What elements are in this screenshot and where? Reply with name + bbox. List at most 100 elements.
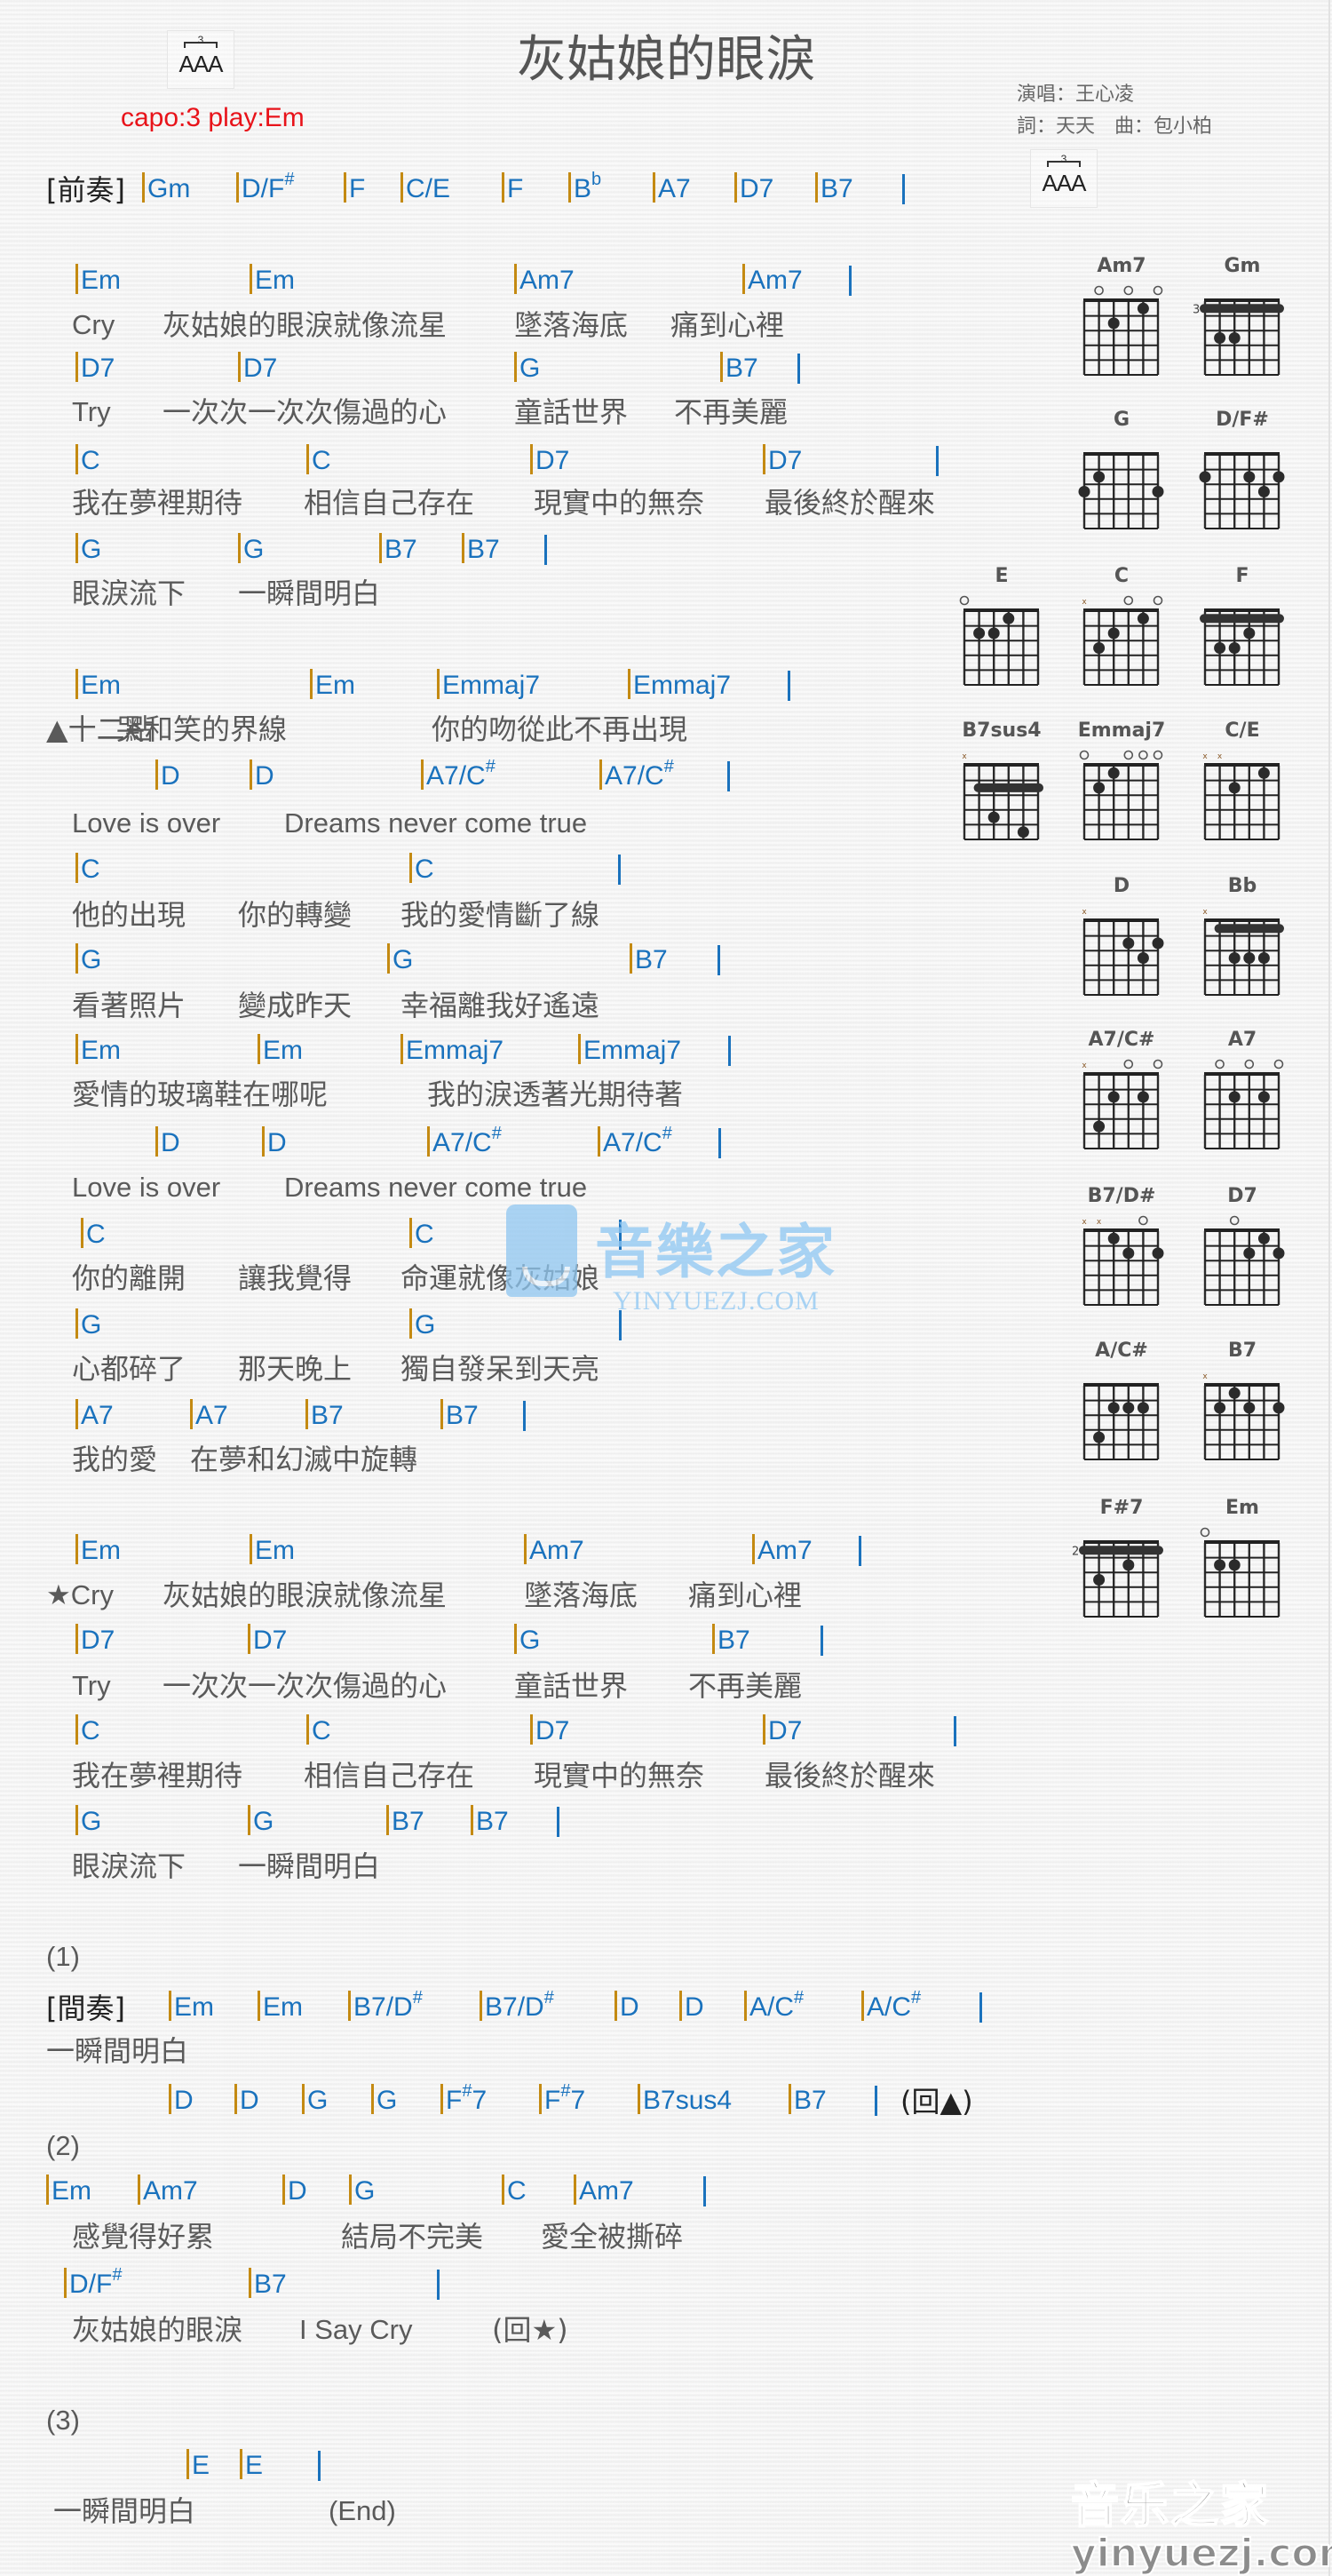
- finger-dot: [1214, 642, 1226, 654]
- chord-symbol: G: [387, 943, 413, 976]
- lyric-phrase: Cry: [72, 309, 115, 340]
- lyric-phrase: I Say Cry: [299, 2314, 413, 2345]
- finger-dot: [1107, 627, 1120, 640]
- chord-name: B7: [311, 1401, 344, 1430]
- bar-line: [262, 1126, 265, 1157]
- open-string-icon: [1123, 595, 1134, 606]
- lyric-phrase: 童話世界: [514, 1669, 629, 1703]
- barre: [1200, 614, 1284, 624]
- bar-line: [628, 669, 630, 699]
- chord-symbol: Em: [75, 1534, 121, 1567]
- chord-name: Am7: [748, 266, 803, 295]
- chord-symbol: C: [75, 1714, 100, 1747]
- chord-symbol: Am7: [514, 264, 575, 297]
- chord-name: G: [81, 945, 102, 974]
- chord-symbol: D7: [763, 1714, 802, 1747]
- chord-symbol: F: [344, 172, 365, 205]
- section-label: [前奏]: [46, 173, 125, 207]
- lyric-phrase: 那天晚上: [238, 1352, 353, 1386]
- chord-symbol: G: [75, 533, 101, 566]
- bar-line: [250, 264, 252, 294]
- lyric-phrase: 不再美麗: [674, 395, 789, 429]
- finger-dot: [1152, 486, 1164, 497]
- bar-line: [752, 1534, 755, 1564]
- chord-symbol: Am7: [138, 2174, 198, 2207]
- bar-line: [349, 2174, 352, 2205]
- chord-diagram-name: B7/D#: [1087, 1185, 1156, 1207]
- chord-symbol: G: [75, 1805, 101, 1838]
- finger-dot: [1273, 1247, 1285, 1260]
- bar-line: [258, 1991, 260, 2021]
- bar-line: [379, 533, 382, 563]
- bar-line: [734, 172, 737, 203]
- end-bar-line: [875, 2086, 877, 2116]
- chord-name: A7: [195, 1401, 228, 1430]
- chord-symbol: D: [250, 759, 274, 792]
- bar-line: [574, 2174, 576, 2205]
- chord-name: C: [415, 1220, 434, 1249]
- chord-symbol: Gm: [142, 172, 190, 205]
- chord-diagram-name: F: [1235, 565, 1249, 587]
- lyric-phrase: 讓我覺得: [238, 1261, 353, 1295]
- end-bar-line: [437, 2270, 440, 2300]
- singer-credit: 演唱：王心凌: [1017, 83, 1135, 106]
- finger-dot: [1228, 952, 1241, 964]
- chord-name: B7/D: [353, 1992, 413, 2022]
- open-string-icon: [1153, 595, 1163, 606]
- lyric-phrase: 灰姑娘的眼淚: [72, 2313, 243, 2347]
- chord-name: G: [392, 945, 414, 974]
- finger-dot: [1257, 952, 1270, 964]
- chord-symbol: Bb: [568, 171, 601, 205]
- accidental: #: [112, 2265, 123, 2285]
- chord-name: D: [255, 761, 274, 791]
- chord-name: C: [415, 855, 434, 884]
- bar-line: [138, 2174, 140, 2205]
- chord-symbol: Em: [75, 669, 121, 702]
- fretboard-grid: x: [962, 752, 1043, 840]
- chord-symbol: G: [349, 2174, 375, 2207]
- chord-name: C: [312, 446, 331, 475]
- chord-name: Em: [174, 1992, 214, 2022]
- chord-name: G: [377, 2086, 398, 2115]
- finger-dot: [1243, 471, 1256, 483]
- chord-name: D7: [740, 174, 774, 203]
- bar-line: [763, 444, 765, 474]
- bar-line: [630, 943, 632, 974]
- lyric-phrase: 相信自己存在: [304, 486, 475, 520]
- chord-diagram-name: Em: [1225, 1497, 1259, 1519]
- chord-name: Em: [81, 1536, 121, 1565]
- finger-dot: [1214, 332, 1226, 344]
- triplet-mark: 3: [1031, 154, 1097, 167]
- chord-symbol: E: [240, 2449, 263, 2482]
- bar-line: [502, 2174, 504, 2205]
- bar-line: [75, 669, 78, 699]
- chord-name: G: [415, 1310, 436, 1340]
- open-string-icon: [1079, 750, 1090, 760]
- lyric-phrase: 變成昨天: [238, 989, 353, 1022]
- finger-dot: [1243, 627, 1256, 640]
- finger-dot: [1228, 642, 1241, 654]
- bar-line: [46, 2174, 49, 2205]
- bar-line: [75, 943, 78, 974]
- open-string-icon: [1200, 1527, 1210, 1538]
- chord-symbol: D7: [734, 172, 773, 205]
- chord-symbol: C/E: [400, 172, 450, 205]
- bar-line: [480, 1991, 482, 2021]
- lyric-phrase: 哭和笑的界線: [116, 712, 288, 746]
- chord-symbol: D: [679, 1991, 704, 2023]
- chord-symbol: G: [514, 1624, 540, 1657]
- chord-symbol: A/C#: [861, 1989, 921, 2023]
- end-bar-line: [849, 266, 852, 296]
- chord-symbol: F: [502, 172, 523, 205]
- bar-line: [409, 1308, 412, 1339]
- chord-symbol: F#7: [539, 2082, 585, 2117]
- chord-name: B7sus4: [643, 2086, 733, 2115]
- chord-name: Emmaj7: [406, 1036, 504, 1065]
- open-string-icon: [1153, 285, 1163, 296]
- chord-symbol: B7: [440, 1399, 479, 1432]
- chord-symbol: Am7: [752, 1534, 813, 1567]
- chord-symbol: G: [409, 1308, 435, 1341]
- bar-line: [744, 1991, 747, 2021]
- finger-dot: [987, 811, 1000, 823]
- chord-diagram-name: B7: [1227, 1340, 1257, 1362]
